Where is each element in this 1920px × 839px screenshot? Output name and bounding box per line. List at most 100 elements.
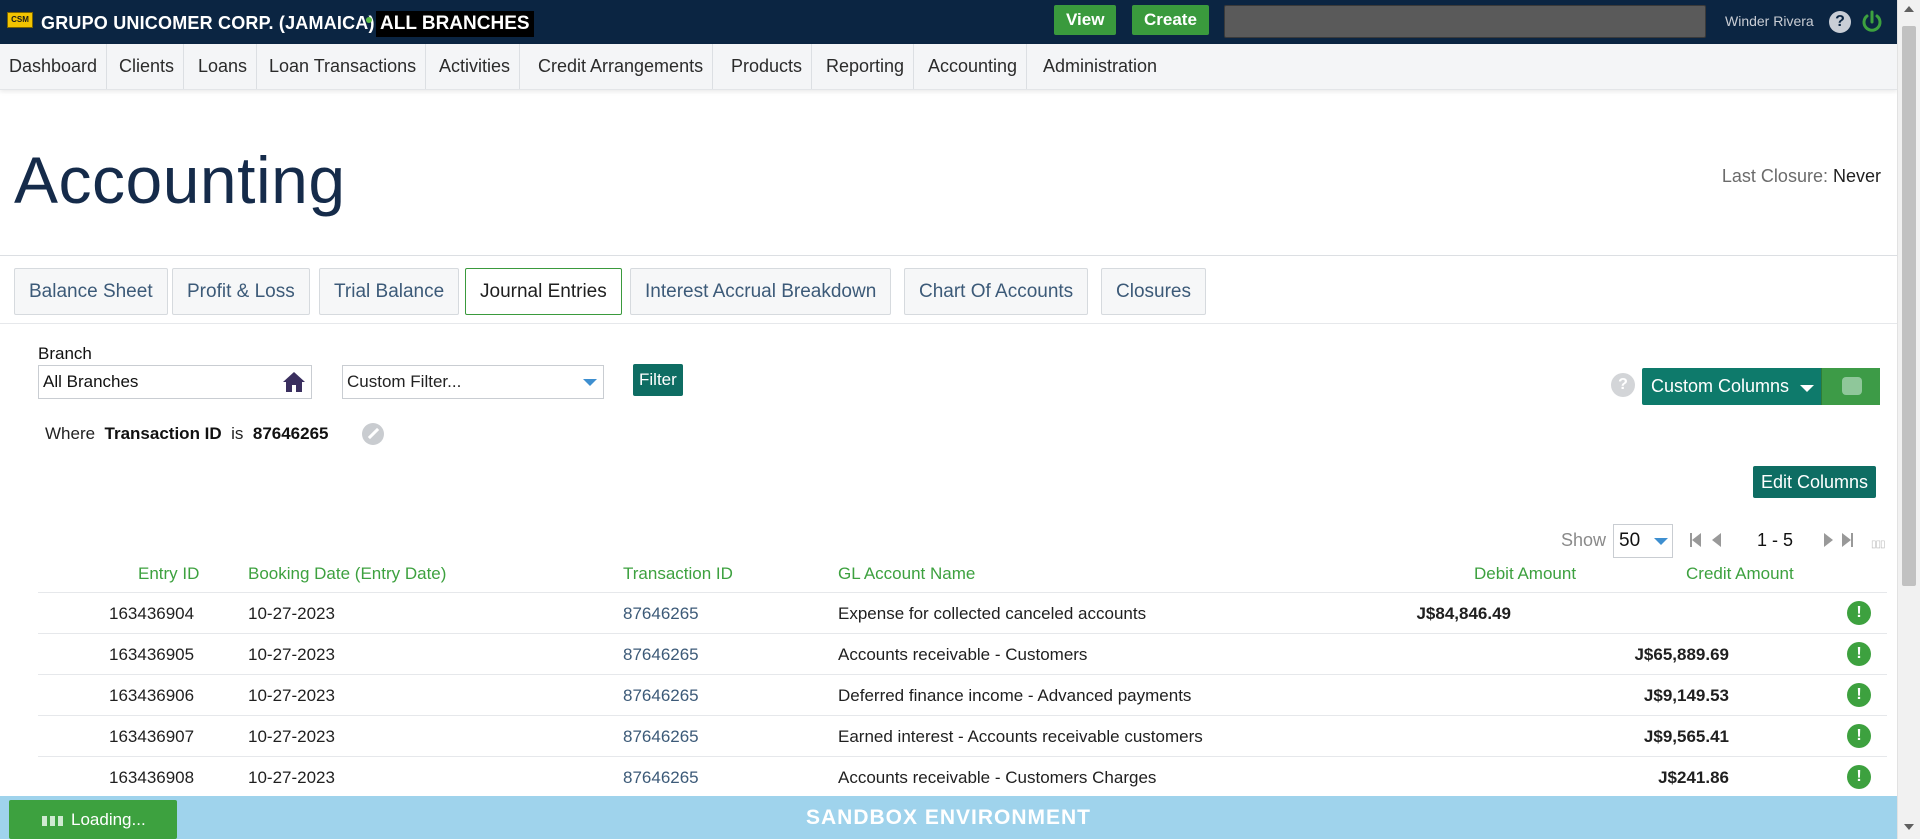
nav-loans[interactable]: Loans <box>189 44 258 89</box>
scroll-thumb[interactable] <box>1902 26 1916 586</box>
transaction-link[interactable]: 87646265 <box>623 686 699 706</box>
view-button[interactable]: View <box>1054 5 1117 35</box>
tab-profit-loss[interactable]: Profit & Loss <box>172 268 310 315</box>
help-icon[interactable]: ? <box>1611 373 1635 397</box>
chevron-down-icon <box>583 379 597 386</box>
custom-filter-value: Custom Filter... <box>347 372 462 391</box>
create-button[interactable]: Create <box>1132 5 1209 35</box>
last-page-icon[interactable] <box>1851 533 1853 547</box>
prev-page-icon[interactable] <box>1712 533 1721 547</box>
nav-clients[interactable]: Clients <box>110 44 185 89</box>
nav-products[interactable]: Products <box>722 44 813 89</box>
tab-chart-of-accounts[interactable]: Chart Of Accounts <box>904 268 1089 315</box>
table-row: 163436906 10-27-2023 87646265 Deferred f… <box>38 674 1887 716</box>
loading-indicator: Loading... <box>9 800 177 839</box>
branch-select[interactable]: All Branches <box>38 365 312 399</box>
transaction-link[interactable]: 87646265 <box>623 768 699 788</box>
tab-closures[interactable]: Closures <box>1101 268 1206 315</box>
status-dot <box>366 17 372 23</box>
help-icon[interactable]: ? <box>1829 11 1851 33</box>
page-size-value: 50 <box>1619 530 1641 551</box>
col-entry-id[interactable]: Entry ID <box>138 564 199 584</box>
nav-reporting[interactable]: Reporting <box>817 44 915 89</box>
status-ok-icon[interactable]: ! <box>1847 724 1871 748</box>
custom-filter-select[interactable]: Custom Filter... <box>342 365 604 399</box>
where-field: Transaction ID <box>104 424 222 443</box>
branch-label: Branch <box>38 344 92 363</box>
divider <box>0 323 1897 324</box>
booking-date: 10-27-2023 <box>248 645 335 664</box>
booking-date: 10-27-2023 <box>248 604 335 623</box>
entry-id: 163436908 <box>109 768 195 787</box>
organization-name: GRUPO UNICOMER CORP. (JAMAICA) <box>41 13 375 33</box>
nav-dashboard[interactable]: Dashboard <box>0 44 108 89</box>
nav-accounting[interactable]: Accounting <box>919 44 1028 89</box>
nav-credit-arrangements[interactable]: Credit Arrangements <box>529 44 714 89</box>
nav-loan-transactions[interactable]: Loan Transactions <box>260 44 427 89</box>
power-icon[interactable] <box>1860 10 1884 34</box>
scroll-up-icon[interactable] <box>1904 6 1914 12</box>
scroll-down-icon[interactable] <box>1904 824 1914 830</box>
table-row: 163436907 10-27-2023 87646265 Earned int… <box>38 715 1887 757</box>
gl-account-name: Earned interest - Accounts receivable cu… <box>838 727 1203 746</box>
global-search-input[interactable] <box>1224 5 1706 38</box>
export-icon <box>1842 377 1862 395</box>
col-gl-account-name[interactable]: GL Account Name <box>838 564 975 584</box>
top-bar: CSM GRUPO UNICOMER CORP. (JAMAICA) ALL B… <box>0 0 1897 44</box>
transaction-link[interactable]: 87646265 <box>623 604 699 624</box>
col-debit-amount[interactable]: Debit Amount <box>1474 564 1576 584</box>
user-name[interactable]: Winder Rivera <box>1725 13 1814 29</box>
last-closure-label: Last Closure: <box>1721 166 1828 186</box>
tab-trial-balance[interactable]: Trial Balance <box>319 268 460 315</box>
last-page-icon[interactable] <box>1842 533 1851 547</box>
filter-condition: Where Transaction ID is 87646265 <box>45 424 329 444</box>
branch-scope[interactable]: ALL BRANCHES <box>376 11 534 37</box>
next-page-icon[interactable] <box>1824 533 1833 547</box>
main-nav: Dashboard Clients Loans Loan Transaction… <box>0 44 1897 90</box>
transaction-link[interactable]: 87646265 <box>623 645 699 665</box>
page-range: 1 - 5 <box>1757 530 1794 550</box>
tab-balance-sheet[interactable]: Balance Sheet <box>14 268 168 315</box>
tab-interest-accrual-breakdown[interactable]: Interest Accrual Breakdown <box>630 268 892 315</box>
gl-account-name: Expense for collected canceled accounts <box>838 604 1147 623</box>
entry-id: 163436905 <box>109 645 195 664</box>
transaction-link[interactable]: 87646265 <box>623 727 699 747</box>
entry-id: 163436904 <box>109 604 195 623</box>
status-ok-icon[interactable]: ! <box>1847 601 1871 625</box>
chevron-down-icon <box>1800 385 1814 392</box>
gl-account-name: Accounts receivable - Customers Charges <box>838 768 1157 787</box>
custom-columns-button[interactable]: Custom Columns <box>1642 368 1880 405</box>
loading-bar-icon <box>42 816 47 826</box>
credit-amount: J$9,565.41 <box>1643 727 1729 746</box>
first-page-icon[interactable] <box>1692 533 1701 547</box>
home-icon[interactable] <box>282 370 306 394</box>
show-label: Show <box>1561 530 1607 550</box>
edit-columns-button[interactable]: Edit Columns <box>1753 466 1877 498</box>
tab-journal-entries[interactable]: Journal Entries <box>465 268 622 315</box>
table-row: 163436904 10-27-2023 87646265 Expense fo… <box>38 592 1887 634</box>
vertical-scrollbar[interactable] <box>1897 0 1920 839</box>
export-button[interactable] <box>1821 368 1880 405</box>
loading-bar-icon <box>50 816 55 826</box>
credit-amount: J$241.86 <box>1658 768 1729 787</box>
status-ok-icon[interactable]: ! <box>1847 683 1871 707</box>
divider <box>0 255 1897 256</box>
col-transaction-id[interactable]: Transaction ID <box>623 564 733 584</box>
company-logo: CSM <box>7 12 33 28</box>
loading-bar-icon <box>58 816 63 826</box>
table-row: 163436908 10-27-2023 87646265 Accounts r… <box>38 756 1887 798</box>
status-ok-icon[interactable]: ! <box>1847 642 1871 666</box>
status-ok-icon[interactable]: ! <box>1847 765 1871 789</box>
nav-activities[interactable]: Activities <box>430 44 521 89</box>
nav-administration[interactable]: Administration <box>1034 44 1166 89</box>
page-size-select[interactable]: 50 <box>1613 524 1673 558</box>
pager-more-icon[interactable]: ▯▯▯ <box>1871 539 1885 550</box>
page-title: Accounting <box>14 143 346 217</box>
last-closure: Last Closure: Never <box>1722 166 1881 187</box>
col-credit-amount[interactable]: Credit Amount <box>1686 564 1794 584</box>
booking-date: 10-27-2023 <box>248 686 335 705</box>
edit-filter-icon[interactable] <box>362 423 384 445</box>
col-booking-date[interactable]: Booking Date (Entry Date) <box>248 564 446 584</box>
gl-account-name: Accounts receivable - Customers <box>838 645 1088 664</box>
filter-button[interactable]: Filter <box>633 364 683 396</box>
